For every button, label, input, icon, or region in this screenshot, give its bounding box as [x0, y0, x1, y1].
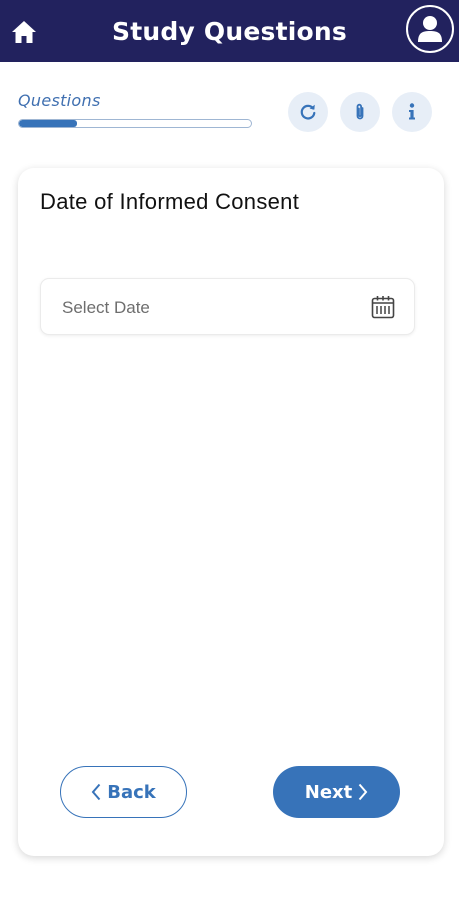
- date-picker-field[interactable]: Select Date: [40, 278, 415, 335]
- paperclip-icon: [356, 103, 364, 120]
- refresh-button[interactable]: [288, 92, 328, 132]
- date-placeholder: Select Date: [62, 298, 150, 317]
- user-icon: [418, 16, 442, 42]
- progress-label: Questions: [18, 91, 101, 110]
- progress-fill: [19, 120, 77, 127]
- question-text: Date of Informed Consent: [40, 189, 300, 214]
- progress-bar: [18, 119, 252, 128]
- question-card: Date of Informed Consent Select Date Bac…: [18, 168, 444, 856]
- info-button[interactable]: [392, 92, 432, 132]
- chevron-left-icon: [91, 783, 101, 801]
- info-icon: [409, 103, 415, 120]
- profile-button[interactable]: [406, 5, 454, 53]
- next-button-label: Next: [304, 781, 353, 803]
- attachment-button[interactable]: [340, 92, 380, 132]
- back-button-label: Back: [107, 781, 156, 803]
- page-title: Study Questions: [112, 17, 347, 46]
- app-header: Study Questions: [0, 0, 459, 62]
- next-button[interactable]: Next: [273, 766, 400, 818]
- calendar-icon: [371, 296, 395, 319]
- refresh-icon: [300, 104, 316, 120]
- back-button[interactable]: Back: [60, 766, 187, 818]
- chevron-right-icon: [358, 783, 368, 801]
